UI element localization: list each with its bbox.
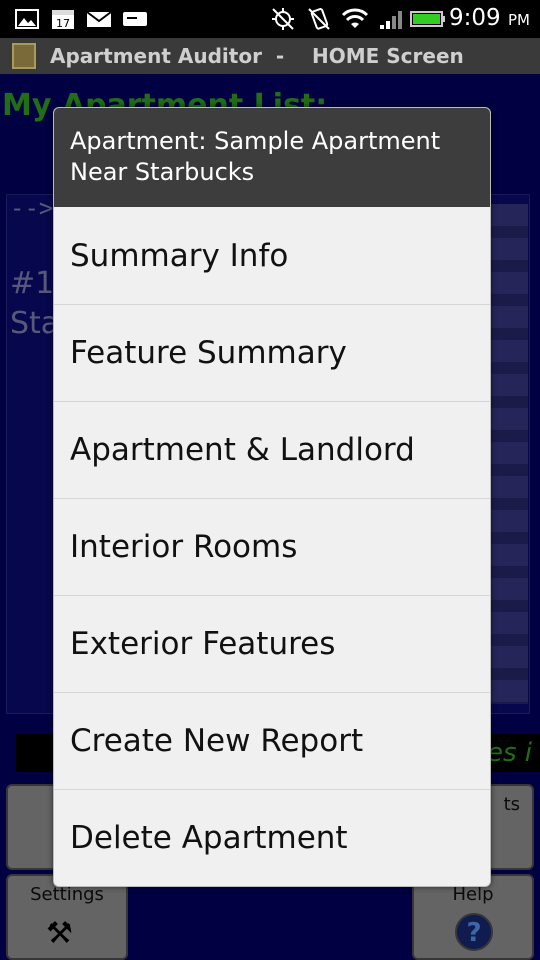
menu-item-delete-apartment[interactable]: Delete Apartment	[54, 789, 490, 886]
battery-icon	[410, 11, 445, 27]
app-logo-icon	[12, 43, 36, 69]
context-menu-title: Apartment: Sample Apartment Near Starbuc…	[54, 108, 490, 207]
menu-item-exterior-features[interactable]: Exterior Features	[54, 595, 490, 692]
status-bar: 17 9:09 PM	[0, 0, 540, 38]
svg-text:17: 17	[56, 17, 70, 30]
clock: 9:09 PM	[449, 5, 530, 31]
wifi-icon	[341, 8, 369, 28]
gallery-icon	[15, 9, 39, 29]
mail-icon	[86, 11, 112, 27]
calendar-icon: 17	[52, 10, 74, 30]
apartment-context-menu: Apartment: Sample Apartment Near Starbuc…	[53, 107, 491, 887]
menu-item-feature-summary[interactable]: Feature Summary	[54, 304, 490, 401]
menu-item-create-new-report[interactable]: Create New Report	[54, 692, 490, 789]
menu-item-summary-info[interactable]: Summary Info	[54, 207, 490, 304]
messages-icon	[123, 12, 147, 26]
menu-item-interior-rooms[interactable]: Interior Rooms	[54, 498, 490, 595]
menu-item-apartment-landlord[interactable]: Apartment & Landlord	[54, 401, 490, 498]
context-menu-list: Summary Info Feature Summary Apartment &…	[54, 207, 490, 886]
gps-icon	[272, 8, 294, 30]
signal-icon	[380, 11, 402, 29]
app-title: Apartment Auditor - HOME Screen	[50, 44, 464, 68]
vibrate-icon	[308, 8, 330, 30]
app-title-bar: Apartment Auditor - HOME Screen	[0, 38, 540, 74]
